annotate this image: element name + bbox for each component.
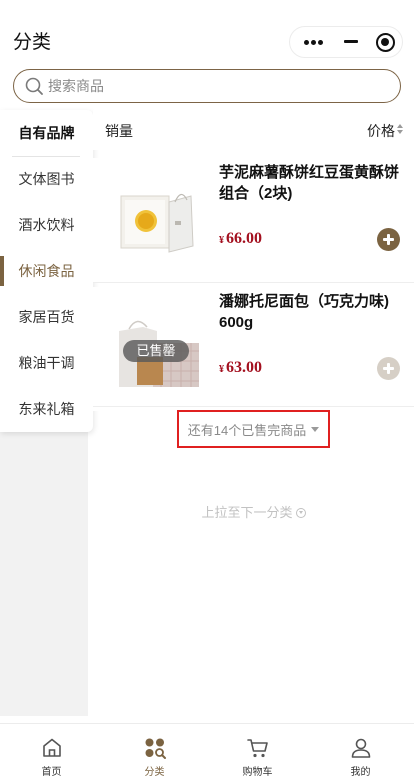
tab-home[interactable]: 首页 <box>0 724 103 780</box>
sidebar-item-label: 粮油干调 <box>18 355 75 371</box>
currency-symbol: ¥ <box>219 235 224 246</box>
search-bar[interactable] <box>13 69 401 103</box>
more-icon[interactable] <box>298 27 336 57</box>
search-input[interactable] <box>48 74 388 98</box>
sidebar-item-own-brand[interactable]: 自有品牌 <box>0 110 93 156</box>
product-card[interactable]: 芋泥麻薯酥饼红豆蛋黄酥饼组合（2块) ¥66.00 <box>93 158 414 282</box>
page-title: 分类 <box>13 32 52 53</box>
tab-cart[interactable]: 购物车 <box>206 724 309 780</box>
minimize-icon[interactable] <box>342 27 362 57</box>
sidebar-item-drinks[interactable]: 酒水饮料 <box>0 202 93 248</box>
sidebar-item-grain-oil[interactable]: 粮油干调 <box>0 340 93 386</box>
tab-label: 分类 <box>144 767 165 778</box>
row-divider <box>93 406 414 407</box>
tab-category[interactable]: 分类 <box>103 724 206 780</box>
tab-bar: 首页 分类 购物车 我的 <box>0 723 414 780</box>
sold-out-badge: 已售罄 <box>123 340 189 362</box>
tab-label: 购物车 <box>242 767 273 778</box>
pull-next-category: 上拉至下一分类 <box>93 502 414 521</box>
product-name: 芋泥麻薯酥饼红豆蛋黄酥饼组合（2块) <box>219 164 400 202</box>
sort-arrows-icon[interactable] <box>397 124 404 136</box>
product-name: 潘娜托尼面包（巧克力味) 600g <box>219 293 389 331</box>
sidebar-item-label: 东来礼箱 <box>18 401 75 417</box>
add-to-cart-button[interactable] <box>377 228 400 251</box>
sort-by-price[interactable]: 价格 <box>367 121 395 141</box>
sidebar-item-home-goods[interactable]: 家居百货 <box>0 294 93 340</box>
home-icon <box>43 738 61 757</box>
more-sold-out-label: 还有14个已售完商品 <box>187 422 307 438</box>
category-icon <box>145 738 166 759</box>
currency-symbol: ¥ <box>219 364 224 375</box>
user-icon <box>351 738 371 758</box>
caret-down-icon <box>311 426 320 432</box>
category-sidebar: 自有品牌 文体图书 酒水饮料 休闲食品 家居百货 粮油干调 东来礼箱 <box>0 110 93 432</box>
sidebar-item-label: 自有品牌 <box>18 125 75 141</box>
row-divider <box>93 282 414 283</box>
tab-label: 首页 <box>41 767 62 778</box>
cart-icon <box>247 739 268 758</box>
mini-program-capsule <box>289 26 403 58</box>
product-price: ¥63.00 <box>219 359 262 377</box>
add-to-cart-button[interactable] <box>377 357 400 380</box>
header: 分类 <box>0 0 414 66</box>
sidebar-item-gift-box[interactable]: 东来礼箱 <box>0 386 93 432</box>
tab-profile[interactable]: 我的 <box>309 724 412 780</box>
sidebar-item-label: 家居百货 <box>18 309 75 325</box>
arrow-down-circle-icon <box>295 507 306 518</box>
product-price: ¥66.00 <box>219 230 262 248</box>
sort-by-sales[interactable]: 销量 <box>105 121 133 141</box>
sort-bar: 销量 价格 <box>93 110 414 150</box>
target-icon[interactable] <box>376 33 395 52</box>
pull-next-label: 上拉至下一分类 <box>201 505 293 520</box>
product-image <box>109 166 207 264</box>
sidebar-item-label: 文体图书 <box>18 171 75 187</box>
tab-label: 我的 <box>350 767 371 778</box>
more-sold-out-toggle[interactable]: 还有14个已售完商品 <box>177 410 330 448</box>
sidebar-item-label: 酒水饮料 <box>18 217 75 233</box>
price-value: 66.00 <box>226 230 262 247</box>
sidebar-item-label: 休闲食品 <box>18 263 75 279</box>
search-icon <box>25 77 43 95</box>
sidebar-item-stationery-books[interactable]: 文体图书 <box>0 156 93 202</box>
product-card[interactable]: 已售罄 潘娜托尼面包（巧克力味) 600g ¥63.00 <box>93 287 414 411</box>
sidebar-item-snacks[interactable]: 休闲食品 <box>0 248 93 294</box>
price-value: 63.00 <box>226 359 262 376</box>
